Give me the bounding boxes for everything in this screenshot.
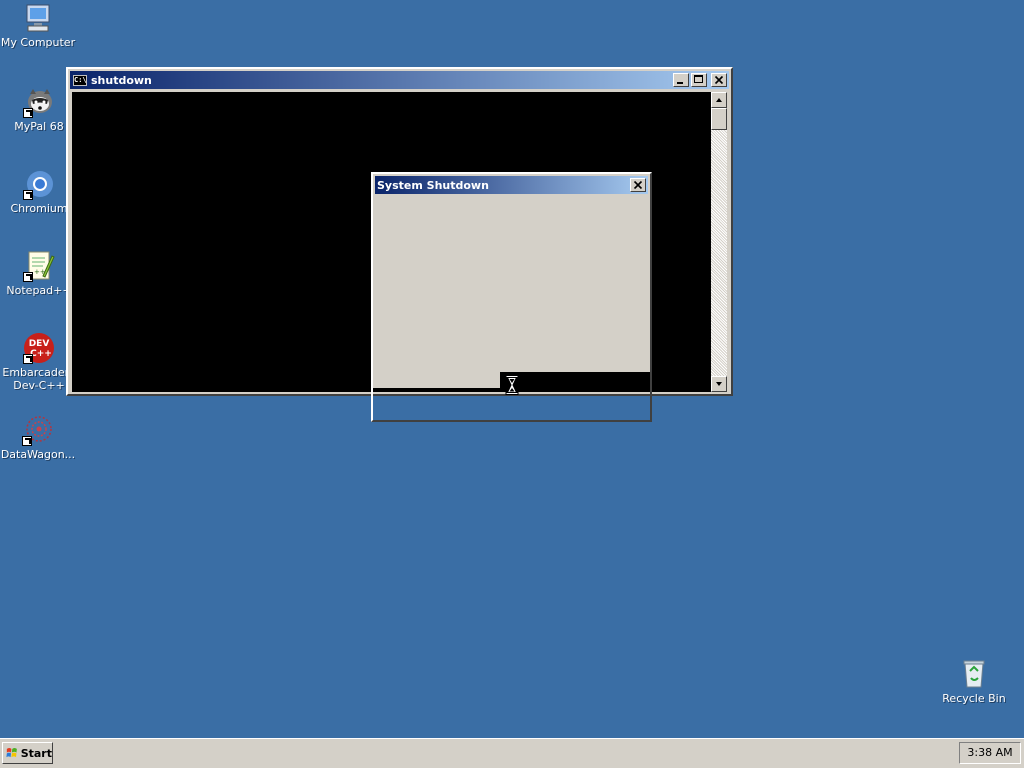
close-icon: [714, 75, 724, 85]
hourglass-icon: [505, 375, 519, 395]
dialog-titlebar[interactable]: System Shutdown: [375, 176, 648, 194]
scroll-down-button[interactable]: [711, 376, 727, 392]
clock-time: 3:38 AM: [967, 746, 1013, 759]
shortcut-arrow-icon: [23, 190, 33, 200]
vertical-scrollbar[interactable]: [711, 92, 727, 392]
close-icon: [633, 180, 643, 190]
my-computer-icon: [22, 2, 54, 34]
maximize-icon: [694, 75, 703, 83]
arrow-up-icon: [716, 98, 722, 102]
shortcut-arrow-icon: [23, 108, 33, 118]
minimize-icon: [677, 82, 683, 84]
window-title: shutdown: [91, 73, 152, 87]
shortcut-arrow-icon: [23, 354, 33, 364]
maximize-button[interactable]: [691, 73, 707, 87]
system-tray-clock[interactable]: 3:38 AM: [959, 742, 1021, 764]
datawagon-icon: [22, 414, 54, 446]
unpainted-black-region: [500, 372, 650, 390]
desktop-icon-label: My Computer: [0, 36, 76, 49]
console-icon: C:\: [73, 74, 87, 86]
dialog-body: [373, 174, 650, 388]
svg-text:C++: C++: [30, 349, 52, 359]
minimize-button[interactable]: [673, 73, 689, 87]
windows-logo-icon: [6, 747, 17, 758]
console-titlebar[interactable]: C:\ shutdown: [70, 71, 729, 89]
dialog-close-button[interactable]: [630, 178, 646, 192]
svg-text:DEV: DEV: [29, 339, 50, 349]
desktop-icon-recycle-bin[interactable]: Recycle Bin: [936, 658, 1012, 705]
desktop-icon-datawagon[interactable]: DataWagon...: [0, 414, 76, 461]
scroll-thumb[interactable]: [711, 108, 727, 130]
close-button[interactable]: [711, 73, 727, 87]
recycle-bin-icon: [958, 658, 990, 690]
desktop-icon-label: DataWagon...: [0, 448, 76, 461]
shortcut-arrow-icon: [23, 272, 33, 282]
start-label: Start: [20, 746, 52, 760]
mypal-raccoon-icon: [23, 86, 55, 118]
dev-cpp-icon: DEV C++: [23, 332, 55, 364]
chromium-icon: [23, 168, 55, 200]
desktop: { "desktop": { "icons": [ {"label": "My …: [0, 0, 1024, 768]
taskbar: Start 3:38 AM: [0, 738, 1024, 768]
notepad-plus-plus-icon: ++: [23, 250, 55, 282]
svg-text:++: ++: [34, 268, 46, 276]
transparent-ghost-region: [373, 392, 650, 420]
shortcut-arrow-icon: [22, 436, 32, 446]
scroll-up-button[interactable]: [711, 92, 727, 108]
desktop-icon-my-computer[interactable]: My Computer: [0, 2, 76, 49]
arrow-down-icon: [716, 382, 722, 386]
desktop-icon-label: Recycle Bin: [942, 692, 1006, 705]
dialog-title: System Shutdown: [377, 178, 489, 192]
start-button[interactable]: Start: [2, 742, 53, 764]
